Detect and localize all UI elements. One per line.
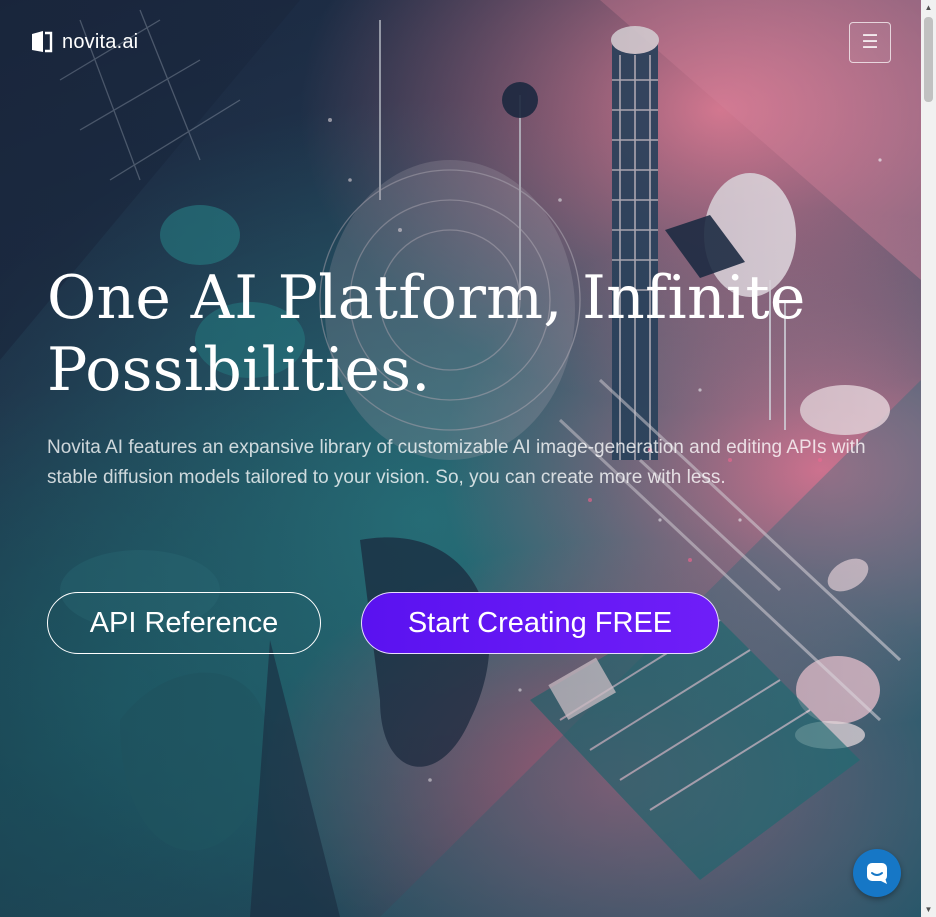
api-reference-button[interactable]: API Reference xyxy=(47,592,321,654)
hero-title: One AI Platform, Infinite Possibilities. xyxy=(47,263,806,405)
start-creating-button[interactable]: Start Creating FREE xyxy=(361,592,719,654)
chat-widget-button[interactable] xyxy=(853,849,901,897)
brand-name: novita.ai xyxy=(62,30,139,53)
scroll-thumb[interactable] xyxy=(924,17,933,102)
novita-logo-icon xyxy=(32,31,53,53)
scroll-up-arrow-icon[interactable]: ▲ xyxy=(921,0,936,15)
scroll-down-arrow-icon[interactable]: ▼ xyxy=(921,902,936,917)
chat-bubble-icon xyxy=(867,863,887,884)
menu-button[interactable]: ☰ xyxy=(849,22,891,63)
page-scrollbar[interactable]: ▲ ▼ xyxy=(921,0,936,917)
brand-logo[interactable]: novita.ai xyxy=(30,30,138,54)
hero-description: Novita AI features an expansive library … xyxy=(47,437,866,488)
hamburger-menu-icon: ☰ xyxy=(861,32,879,53)
